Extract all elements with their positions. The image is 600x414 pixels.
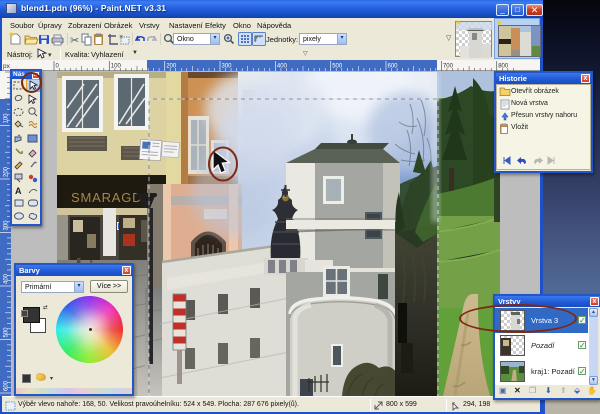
svg-text:700: 700	[443, 64, 454, 70]
svg-text:SMARAGD: SMARAGD	[71, 190, 142, 205]
svg-text:A: A	[15, 186, 22, 196]
svg-text:200: 200	[4, 166, 10, 177]
svg-text:✂: ✂	[70, 35, 79, 47]
svg-text:300: 300	[4, 220, 10, 231]
svg-text:500: 500	[332, 64, 343, 70]
svg-text:400: 400	[277, 64, 288, 70]
svg-text:200: 200	[166, 64, 177, 70]
svg-text:400: 400	[4, 273, 10, 284]
svg-text:▾: ▾	[48, 52, 52, 59]
svg-text:600: 600	[4, 380, 10, 391]
svg-text:0: 0	[56, 64, 60, 70]
svg-text:600: 600	[388, 64, 399, 70]
svg-text:100: 100	[4, 113, 10, 124]
svg-text:800: 800	[498, 64, 509, 70]
svg-text:×: ×	[119, 34, 123, 41]
svg-text:300: 300	[222, 64, 233, 70]
svg-text:100: 100	[111, 64, 122, 70]
svg-text:500: 500	[4, 327, 10, 338]
